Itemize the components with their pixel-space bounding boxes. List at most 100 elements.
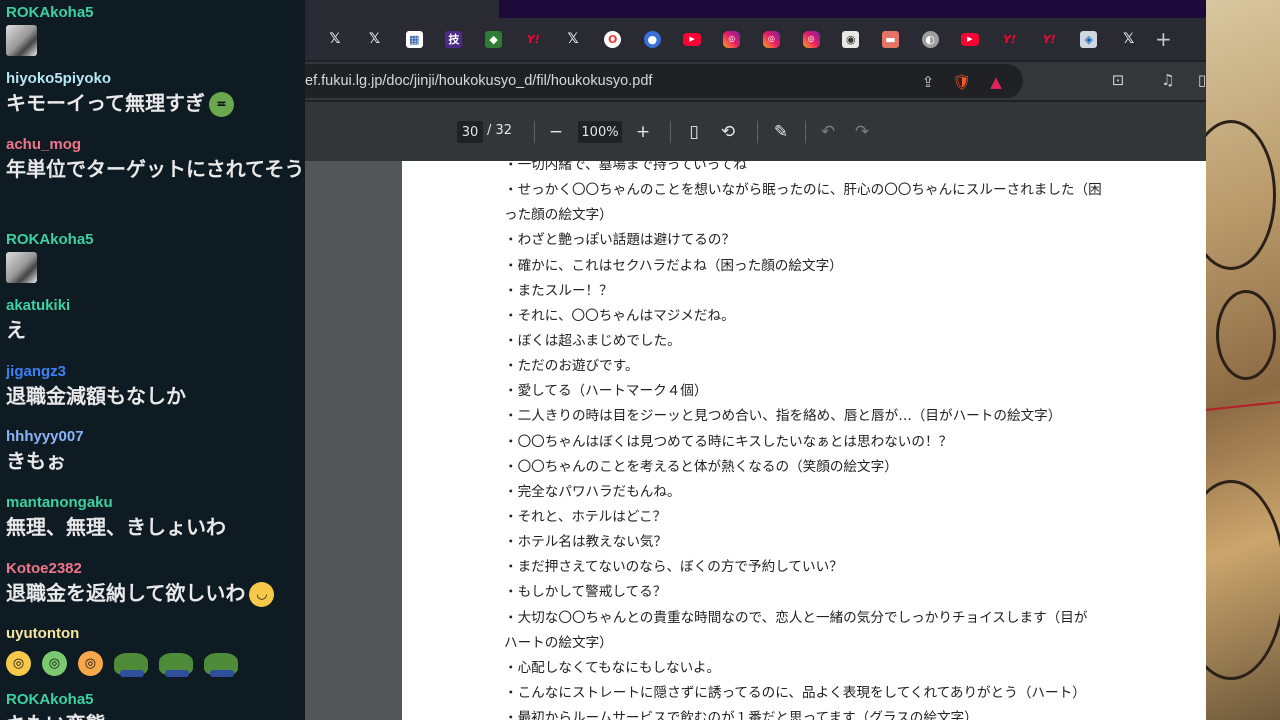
chat-text: キモーイって無理すぎ ≖ [6, 88, 305, 118]
tab[interactable]: ▬ [871, 24, 911, 54]
pdf-line: ・わざと艶っぽい話題は避けてるの？ [504, 232, 736, 249]
sticker-image [6, 252, 37, 283]
chat-message: akatukiki え [6, 297, 305, 345]
yahoo-icon: Y! [1042, 32, 1056, 46]
rotate-icon[interactable]: ⟲ [715, 119, 741, 145]
scared-face-icon: ◎ [6, 651, 31, 676]
chat-username[interactable]: mantanongaku [6, 494, 305, 512]
tab-strip: 𝕏 𝕏 ▦ 技 ◆ Y! 𝕏 O ● ▶ ◎ ◎ ◎ ◉ ▬ ◐ ▶ Y! Y!… [305, 0, 1206, 60]
pdf-toolbar: 30 / 32 − 100% + ▯ ⟲ ✎ ↶ ↷ [305, 102, 1206, 161]
tab[interactable]: ◎ [791, 24, 831, 54]
chat-message: jigangz3 退職金減額もなしか [6, 363, 305, 411]
chat-username[interactable]: uyutonton [6, 625, 305, 643]
yahoo-icon: Y! [1003, 32, 1017, 46]
tab[interactable]: 𝕏 [355, 24, 395, 54]
pdf-line: ・またスルー！？ [504, 282, 613, 299]
sick-face-icon: ◎ [41, 651, 67, 676]
redo-icon[interactable]: ↷ [849, 119, 875, 145]
chat-text: 退職金減額もなしか [6, 384, 186, 408]
pdf-text: ・一切内緒で、墓場まで持っていってね・せっかく〇〇ちゃんのことを想いながら眠った… [504, 161, 1154, 720]
address-bar: ef.fukui.lg.jp/doc/jinji/houkokusyo_d/fi… [305, 62, 1206, 100]
share-icon[interactable]: ⇪ [917, 71, 939, 93]
opera-icon: O [604, 30, 622, 48]
tabs-row: 𝕏 𝕏 ▦ 技 ◆ Y! 𝕏 O ● ▶ ◎ ◎ ◎ ◉ ▬ ◐ ▶ Y! Y!… [315, 24, 1178, 54]
tab[interactable]: ◎ [712, 24, 752, 54]
tab[interactable]: O [593, 24, 633, 54]
youtube-icon: ▶ [960, 32, 979, 46]
divider [670, 121, 671, 143]
zoom-input[interactable]: 100% [578, 121, 622, 143]
chat-username[interactable]: jigangz3 [6, 363, 305, 381]
chat-emoji-row: ◎ ◎ ◎ [6, 647, 305, 677]
chat-message: hhhyyy007 きもぉ [6, 428, 305, 476]
page-number-input[interactable]: 30 [457, 121, 483, 143]
pdf-line: ・一切内緒で、墓場まで持っていってね [504, 161, 747, 173]
chat-username[interactable]: akatukiki [6, 297, 305, 315]
reader-mode-icon[interactable]: ⊡ [1107, 69, 1129, 91]
tab[interactable]: 技 [434, 24, 474, 54]
tab[interactable]: ▦ [394, 24, 434, 54]
youtube-icon: ▶ [683, 32, 702, 46]
tab[interactable]: Y! [1029, 24, 1069, 54]
divider [534, 121, 535, 143]
tab[interactable]: ◈ [1069, 24, 1109, 54]
site-icon: ◈ [1080, 30, 1098, 48]
media-icon[interactable]: ♫ [1157, 69, 1179, 91]
tab[interactable]: Y! [990, 24, 1030, 54]
tab[interactable]: ◉ [831, 24, 871, 54]
pdf-line: ・まだ押さえてないのなら、ぼくの方で予約していい？ [504, 559, 843, 576]
fit-page-icon[interactable]: ▯ [681, 119, 707, 145]
pdf-line: ・最初からルームサービスで飲むのが１番だと思ってます（グラスの絵文字） [504, 710, 978, 720]
chat-username[interactable]: Kotoe2382 [6, 560, 305, 578]
chat-text-content: 退職金を返納して欲しいわ [6, 581, 246, 605]
tab[interactable]: ◎ [752, 24, 792, 54]
site-icon: ◉ [842, 30, 860, 48]
divider [805, 121, 806, 143]
pdf-line: ・こんなにストレートに隠さずに誘ってるのに、品よく表現をしてくれてありがとう（ハ… [504, 684, 1086, 701]
divider [757, 121, 758, 143]
tab[interactable]: 𝕏 [1109, 24, 1149, 54]
instagram-icon: ◎ [762, 30, 780, 48]
pdf-line: ・愛してる（ハートマーク４個） [504, 383, 708, 400]
zoom-out-button[interactable]: − [543, 119, 569, 145]
url-field[interactable]: ef.fukui.lg.jp/doc/jinji/houkokusyo_d/fi… [305, 64, 1023, 98]
chat-username[interactable]: achu_mog [6, 136, 305, 154]
pdf-line: ・確かに、これはセクハラだよね（困った顔の絵文字） [504, 257, 843, 274]
pdf-viewer[interactable]: ・一切内緒で、墓場まで持っていってね・せっかく〇〇ちゃんのことを想いながら眠った… [305, 161, 1206, 720]
tab[interactable]: ● [633, 24, 673, 54]
brave-rewards-icon[interactable]: ▲ [985, 71, 1007, 93]
tab[interactable]: ◐ [910, 24, 950, 54]
new-tab-button[interactable]: + [1148, 24, 1178, 54]
chat-text: きもぉ [6, 449, 66, 473]
tab[interactable]: 𝕏 [315, 24, 355, 54]
tab[interactable]: ◆ [474, 24, 514, 54]
pdf-line: ・〇〇ちゃんはぼくは見つめてる時にキスしたいなぁとは思わないの！？ [504, 433, 953, 450]
chat-username[interactable]: hiyoko5piyoko [6, 70, 305, 88]
chat-message: ROKAkoha5 [6, 231, 94, 283]
tab[interactable]: ▶ [950, 24, 990, 54]
url-text: ef.fukui.lg.jp/doc/jinji/houkokusyo_d/fi… [305, 73, 653, 89]
chat-text: 退職金を返納して欲しいわ ◡ [6, 578, 305, 608]
globe-icon: ● [643, 30, 661, 48]
chat-username[interactable]: ROKAkoha5 [6, 231, 94, 249]
yellow-face-icon: ◡ [249, 582, 275, 607]
tab[interactable]: 𝕏 [553, 24, 593, 54]
x-icon: 𝕏 [567, 31, 579, 47]
browser-window: 𝕏 𝕏 ▦ 技 ◆ Y! 𝕏 O ● ▶ ◎ ◎ ◎ ◉ ▬ ◐ ▶ Y! Y!… [305, 0, 1206, 720]
undo-icon[interactable]: ↶ [815, 119, 841, 145]
annotate-icon[interactable]: ✎ [768, 119, 794, 145]
chat-message: mantanongaku 無理、無理、きしょいわ [6, 494, 305, 542]
chat-username[interactable]: ROKAkoha5 [6, 4, 94, 22]
pdf-line: ・二人きりの時は目をジーッと見つめ合い、指を絡め、唇と唇が…（目がハートの絵文字… [504, 408, 1062, 425]
pdf-line: ・ぼくは超ふまじめでした。 [504, 332, 681, 349]
tab[interactable]: ▶ [672, 24, 712, 54]
chat-text: え [6, 318, 26, 342]
pdf-line: ・せっかく〇〇ちゃんのことを想いながら眠ったのに、肝心の〇〇ちゃんにスルーされま… [504, 182, 1102, 199]
brave-shields-icon[interactable]: 🛡 [951, 71, 973, 93]
chat-message: hiyoko5piyoko キモーイって無理すぎ ≖ [6, 70, 305, 118]
pdf-line: ・ホテル名は教えない気？ [504, 534, 668, 551]
tab[interactable]: Y! [513, 24, 553, 54]
chat-username[interactable]: hhhyyy007 [6, 428, 305, 446]
chat-username[interactable]: ROKAkoha5 [6, 691, 305, 709]
zoom-in-button[interactable]: + [630, 119, 656, 145]
